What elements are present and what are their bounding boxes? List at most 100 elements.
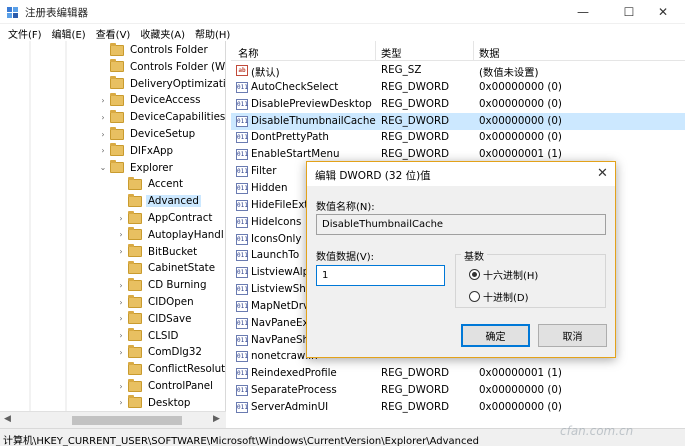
hex-radio-indicator[interactable] (469, 269, 480, 280)
chevron-right-icon[interactable]: › (116, 331, 126, 340)
dialog-title: 编辑 DWORD (32 位)值 (315, 170, 431, 182)
value-row[interactable]: ab (默认) REG_SZ (数值未设置) (231, 62, 685, 79)
menu-edit[interactable]: 编辑(E) (48, 24, 92, 41)
value-row[interactable]: 011 DisablePreviewDesktop REG_DWORD 0x00000… (231, 96, 685, 113)
tree-item[interactable]: DeliveryOptimizati (98, 76, 225, 92)
tree-horizontal-scrollbar[interactable]: ◀ ▶ (0, 411, 226, 428)
value-row[interactable]: 011 ReindexedProfile REG_DWORD 0x00000001 (… (231, 365, 685, 382)
value-row[interactable]: 011 AutoCheckSelect REG_DWORD 0x00000000 (0… (231, 79, 685, 96)
chevron-right-icon[interactable]: › (98, 130, 108, 139)
hex-radio-label: 十六进制(H) (483, 271, 539, 282)
ok-button[interactable]: 确定 (461, 324, 530, 347)
value-name: ServerAdminUI (251, 401, 329, 413)
tree-item[interactable]: › BitBucket (116, 244, 199, 260)
hex-radio[interactable]: 十六进制(H) (469, 267, 538, 282)
menu-help[interactable]: 帮助(H) (191, 24, 236, 41)
scroll-left-icon[interactable]: ◀ (4, 414, 11, 424)
tree-item[interactable]: › DeviceCapabilities (98, 109, 226, 125)
folder-icon (128, 193, 142, 207)
value-type: REG_DWORD (381, 367, 450, 380)
tree-item[interactable]: ⌄ Explorer (98, 160, 175, 176)
chevron-right-icon[interactable]: › (116, 314, 126, 323)
tree-item-label: Controls Folder (W (130, 60, 226, 73)
value-row[interactable]: 011 ServerAdminUI REG_DWORD 0x00000000 (0) (231, 399, 685, 416)
cancel-button[interactable]: 取消 (538, 324, 607, 347)
registry-tree[interactable]: Controls Folder Controls Folder (W Deliver… (0, 41, 226, 428)
value-data: 0x00000000 (0) (479, 97, 562, 110)
tree-item[interactable]: › CLSID (116, 328, 180, 344)
chevron-right-icon[interactable]: › (116, 247, 126, 256)
tree-item-label: DeviceSetup (130, 128, 196, 140)
tree-item-label: AppContract (148, 212, 213, 224)
value-data-input[interactable]: 1 (316, 265, 445, 286)
tree-item-label: DeviceCapabilities (130, 111, 226, 124)
column-header: 名称 类型 数据 (231, 41, 685, 61)
dialog-close-icon[interactable]: ✕ (597, 166, 608, 181)
column-data[interactable]: 数据 (479, 45, 500, 60)
tree-item-label: Controls Folder (130, 44, 208, 56)
tree-item-label: Accent (148, 178, 184, 191)
column-type[interactable]: 类型 (381, 45, 402, 60)
menu-favorites[interactable]: 收藏夹(A) (136, 24, 191, 41)
chevron-right-icon[interactable]: › (116, 382, 126, 391)
chevron-right-icon[interactable]: › (98, 96, 108, 105)
tree-item[interactable]: Accent (116, 176, 185, 192)
tree-item[interactable]: › DeviceSetup (98, 126, 197, 142)
folder-icon (128, 277, 142, 291)
tree-item[interactable]: › AppContract (116, 210, 214, 226)
tree-item[interactable]: ConflictResolut (116, 361, 225, 377)
chevron-right-icon[interactable]: › (116, 398, 126, 407)
folder-icon (128, 395, 142, 409)
tree-item[interactable]: › DeviceAccess (98, 92, 202, 108)
folder-icon (128, 344, 142, 358)
binary-value-icon: 011 (236, 267, 248, 279)
tree-item[interactable]: › CIDSave (116, 311, 193, 327)
dec-radio[interactable]: 十进制(D) (469, 289, 529, 304)
value-name: (默认) (251, 67, 280, 79)
binary-value-icon: 011 (236, 115, 248, 127)
value-data: 0x00000001 (1) (479, 148, 562, 161)
chevron-right-icon[interactable]: › (116, 281, 126, 290)
folder-icon (110, 143, 124, 157)
value-name: DisableThumbnailCache (251, 114, 376, 127)
chevron-right-icon[interactable]: › (116, 230, 126, 239)
menu-view[interactable]: 查看(V) (92, 24, 137, 41)
scroll-thumb[interactable] (72, 416, 182, 425)
chevron-right-icon[interactable]: › (116, 214, 126, 223)
value-name: IconsOnly (251, 232, 302, 245)
value-row[interactable]: 011 DisableThumbnailCache REG_DWORD 0x00000… (231, 112, 685, 130)
chevron-right-icon[interactable]: › (116, 298, 126, 307)
binary-value-icon: 011 (236, 317, 248, 329)
value-type: REG_SZ (381, 64, 422, 76)
chevron-right-icon[interactable]: › (116, 348, 126, 357)
column-name[interactable]: 名称 (238, 45, 259, 60)
tree-item[interactable]: › CIDOpen (116, 294, 196, 310)
tree-item[interactable]: › AutoplayHandl (116, 227, 225, 243)
chevron-down-icon[interactable]: ⌄ (98, 163, 108, 172)
tree-item[interactable]: › ControlPanel (116, 378, 215, 394)
tree-item[interactable]: CabinetState (116, 260, 217, 276)
menu-file[interactable]: 文件(F) (4, 24, 48, 41)
value-row[interactable]: 011 SeparateProcess REG_DWORD 0x00000000 (0… (231, 382, 685, 399)
tree-item[interactable]: Controls Folder (98, 42, 210, 58)
tree-item[interactable]: › DIFxApp (98, 143, 175, 159)
binary-value-icon: 011 (236, 351, 248, 363)
minimize-button[interactable]: — (560, 0, 606, 24)
chevron-right-icon[interactable]: › (98, 113, 108, 122)
tree-item[interactable]: Advanced (116, 193, 201, 209)
tree-item[interactable]: › ComDlg32 (116, 344, 204, 360)
value-type: REG_DWORD (381, 80, 450, 93)
scroll-right-icon[interactable]: ▶ (213, 414, 220, 424)
dec-radio-indicator[interactable] (469, 291, 480, 302)
value-name: DontPrettyPath (251, 131, 329, 144)
string-value-icon: ab (236, 65, 248, 76)
tree-item[interactable]: › CD Burning (116, 277, 208, 293)
folder-icon (128, 378, 142, 392)
value-row[interactable]: 011 DontPrettyPath REG_DWORD 0x00000000 (0) (231, 129, 685, 146)
folder-icon (128, 244, 142, 258)
chevron-right-icon[interactable]: › (98, 146, 108, 155)
close-button[interactable]: ✕ (640, 0, 685, 24)
binary-value-icon: 011 (236, 81, 248, 93)
tree-item[interactable]: › Desktop (116, 395, 192, 411)
tree-item[interactable]: Controls Folder (W (98, 59, 226, 75)
